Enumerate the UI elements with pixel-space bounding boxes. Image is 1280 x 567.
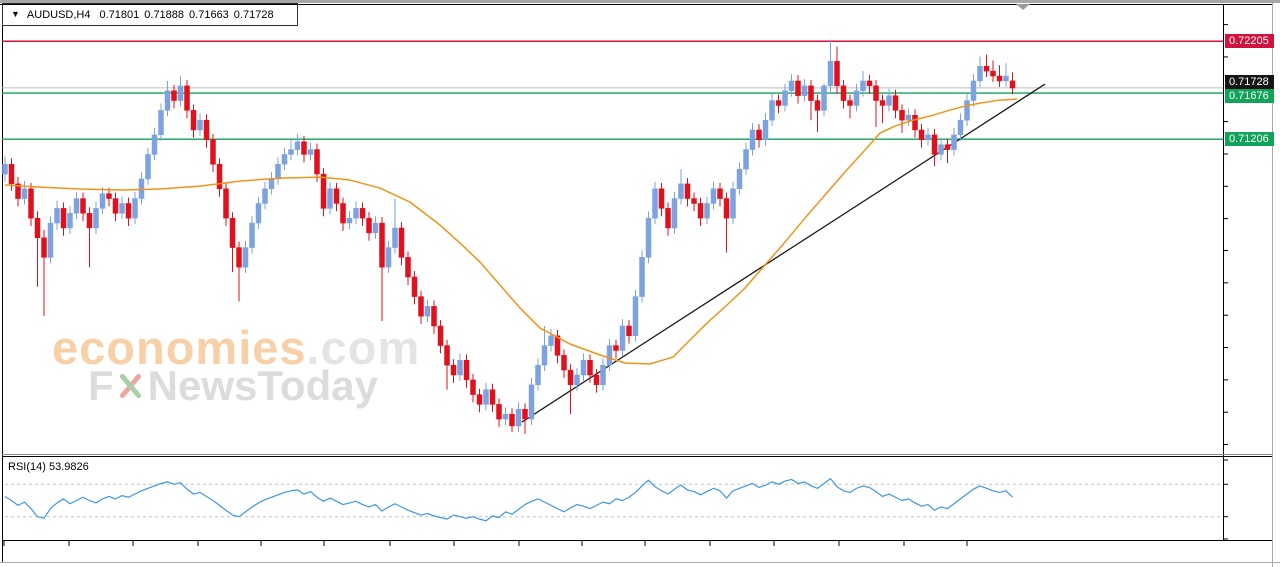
support1-price-label: 0.71676 xyxy=(1225,89,1274,104)
symbol-dropdown-icon[interactable]: ▼ xyxy=(11,10,20,19)
chart-title-box: ▼ AUDUSD,H4 0.71801 0.71888 0.71663 0.71… xyxy=(2,3,298,26)
rsi-name: RSI(14) xyxy=(8,461,46,473)
mt4-chart-window: { "window": { "title_symbol": "AUDUSD,H4… xyxy=(0,0,1280,567)
support2-price-label: 0.71206 xyxy=(1225,132,1274,147)
symbol-label: AUDUSD,H4 xyxy=(26,8,91,21)
ohlc-open: 0.71801 xyxy=(99,8,140,21)
rsi-value: 53.9826 xyxy=(48,461,89,473)
chart-surface[interactable] xyxy=(0,0,1280,567)
rsi-caption: RSI(14) 53.9826 xyxy=(8,461,89,473)
ohlc-low: 0.71663 xyxy=(189,8,229,21)
time-scale[interactable]: 2 Mar 20264 Mar 16:009 Mar 08:0012 Mar 0… xyxy=(0,541,1223,562)
current-price-label: 0.71728 xyxy=(1225,75,1274,90)
chart-shift-marker-icon xyxy=(1016,4,1030,10)
resistance-price-label: 0.72205 xyxy=(1225,34,1274,49)
ohlc-high: 0.71888 xyxy=(144,8,185,21)
ohlc-close: 0.71728 xyxy=(233,8,274,21)
